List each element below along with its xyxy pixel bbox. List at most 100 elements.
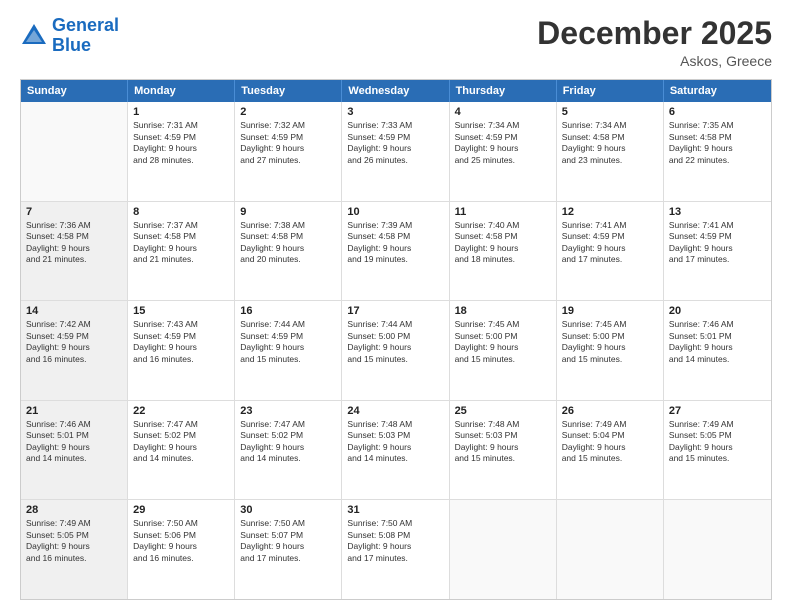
day-info: Sunrise: 7:44 AMSunset: 5:00 PMDaylight:… xyxy=(347,319,443,365)
cal-cell: 18Sunrise: 7:45 AMSunset: 5:00 PMDayligh… xyxy=(450,301,557,400)
day-info: Sunrise: 7:43 AMSunset: 4:59 PMDaylight:… xyxy=(133,319,229,365)
calendar: SundayMondayTuesdayWednesdayThursdayFrid… xyxy=(20,79,772,600)
cal-header-cell: Monday xyxy=(128,80,235,102)
cal-header-cell: Friday xyxy=(557,80,664,102)
day-info: Sunrise: 7:38 AMSunset: 4:58 PMDaylight:… xyxy=(240,220,336,266)
main-title: December 2025 xyxy=(537,16,772,51)
cal-header-cell: Sunday xyxy=(21,80,128,102)
cal-cell: 17 Sunrise: 7:44 AMSunset: 5:00 PMDayligh… xyxy=(342,301,449,400)
cal-cell: 11 Sunrise: 7:40 AMSunset: 4:58 PMDayligh… xyxy=(450,202,557,301)
day-info: Sunrise: 7:42 AMSunset: 4:59 PMDaylight:… xyxy=(26,319,122,365)
day-number: 31 xyxy=(347,504,443,516)
day-info: Sunrise: 7:48 AMSunset: 5:03 PMDaylight:… xyxy=(347,419,443,465)
day-number: 12 xyxy=(562,206,658,218)
day-number: 16 xyxy=(240,305,336,317)
day-number: 17 xyxy=(347,305,443,317)
day-number: 26 xyxy=(562,405,658,417)
day-number: 29 xyxy=(133,504,229,516)
cal-cell: 24Sunrise: 7:48 AMSunset: 5:03 PMDayligh… xyxy=(342,401,449,500)
calendar-header-row: SundayMondayTuesdayWednesdayThursdayFrid… xyxy=(21,80,771,102)
cal-cell: 30 Sunrise: 7:50 AMSunset: 5:07 PMDayligh… xyxy=(235,500,342,599)
cal-header-cell: Tuesday xyxy=(235,80,342,102)
cal-week-row: 21Sunrise: 7:46 AMSunset: 5:01 PMDayligh… xyxy=(21,401,771,501)
day-number: 13 xyxy=(669,206,766,218)
cal-cell: 25 Sunrise: 7:48 AMSunset: 5:03 PMDayligh… xyxy=(450,401,557,500)
cal-cell: 22Sunrise: 7:47 AMSunset: 5:02 PMDayligh… xyxy=(128,401,235,500)
cal-cell: 20 Sunrise: 7:46 AMSunset: 5:01 PMDayligh… xyxy=(664,301,771,400)
day-number: 21 xyxy=(26,405,122,417)
day-info: Sunrise: 7:37 AMSunset: 4:58 PMDaylight:… xyxy=(133,220,229,266)
day-info: Sunrise: 7:40 AMSunset: 4:58 PMDaylight:… xyxy=(455,220,551,266)
day-number: 11 xyxy=(455,206,551,218)
title-block: December 2025 Askos, Greece xyxy=(537,16,772,69)
day-info: Sunrise: 7:47 AMSunset: 5:02 PMDaylight:… xyxy=(240,419,336,465)
cal-cell: 14 Sunrise: 7:42 AMSunset: 4:59 PMDayligh… xyxy=(21,301,128,400)
cal-cell xyxy=(664,500,771,599)
day-number: 25 xyxy=(455,405,551,417)
cal-cell: 29Sunrise: 7:50 AMSunset: 5:06 PMDayligh… xyxy=(128,500,235,599)
day-info: Sunrise: 7:34 AMSunset: 4:59 PMDaylight:… xyxy=(455,120,551,166)
cal-cell: 27Sunrise: 7:49 AMSunset: 5:05 PMDayligh… xyxy=(664,401,771,500)
cal-cell: 12 Sunrise: 7:41 AMSunset: 4:59 PMDayligh… xyxy=(557,202,664,301)
logo-text: General Blue xyxy=(52,16,119,56)
day-number: 20 xyxy=(669,305,766,317)
day-info: Sunrise: 7:41 AMSunset: 4:59 PMDaylight:… xyxy=(562,220,658,266)
location-subtitle: Askos, Greece xyxy=(537,53,772,69)
day-info: Sunrise: 7:45 AMSunset: 5:00 PMDaylight:… xyxy=(562,319,658,365)
cal-week-row: 28Sunrise: 7:49 AMSunset: 5:05 PMDayligh… xyxy=(21,500,771,599)
day-number: 7 xyxy=(26,206,122,218)
day-info: Sunrise: 7:32 AMSunset: 4:59 PMDaylight:… xyxy=(240,120,336,166)
day-number: 4 xyxy=(455,106,551,118)
cal-week-row: 14 Sunrise: 7:42 AMSunset: 4:59 PMDayligh… xyxy=(21,301,771,401)
cal-cell: 5 Sunrise: 7:34 AMSunset: 4:58 PMDaylight… xyxy=(557,102,664,201)
cal-cell xyxy=(450,500,557,599)
cal-cell xyxy=(557,500,664,599)
cal-cell: 31Sunrise: 7:50 AMSunset: 5:08 PMDayligh… xyxy=(342,500,449,599)
day-number: 8 xyxy=(133,206,229,218)
day-number: 14 xyxy=(26,305,122,317)
day-info: Sunrise: 7:41 AMSunset: 4:59 PMDaylight:… xyxy=(669,220,766,266)
cal-cell: 6 Sunrise: 7:35 AMSunset: 4:58 PMDaylight… xyxy=(664,102,771,201)
cal-week-row: 1 Sunrise: 7:31 AMSunset: 4:59 PMDaylight… xyxy=(21,102,771,202)
cal-cell: 3 Sunrise: 7:33 AMSunset: 4:59 PMDaylight… xyxy=(342,102,449,201)
day-info: Sunrise: 7:50 AMSunset: 5:07 PMDaylight:… xyxy=(240,518,336,564)
day-info: Sunrise: 7:34 AMSunset: 4:58 PMDaylight:… xyxy=(562,120,658,166)
day-info: Sunrise: 7:33 AMSunset: 4:59 PMDaylight:… xyxy=(347,120,443,166)
day-info: Sunrise: 7:47 AMSunset: 5:02 PMDaylight:… xyxy=(133,419,229,465)
day-number: 5 xyxy=(562,106,658,118)
page: General Blue December 2025 Askos, Greece… xyxy=(0,0,792,612)
day-number: 9 xyxy=(240,206,336,218)
cal-cell: 8 Sunrise: 7:37 AMSunset: 4:58 PMDaylight… xyxy=(128,202,235,301)
day-info: Sunrise: 7:49 AMSunset: 5:04 PMDaylight:… xyxy=(562,419,658,465)
cal-cell xyxy=(21,102,128,201)
day-info: Sunrise: 7:39 AMSunset: 4:58 PMDaylight:… xyxy=(347,220,443,266)
day-info: Sunrise: 7:49 AMSunset: 5:05 PMDaylight:… xyxy=(26,518,122,564)
cal-cell: 21Sunrise: 7:46 AMSunset: 5:01 PMDayligh… xyxy=(21,401,128,500)
cal-cell: 19Sunrise: 7:45 AMSunset: 5:00 PMDayligh… xyxy=(557,301,664,400)
day-number: 18 xyxy=(455,305,551,317)
day-number: 23 xyxy=(240,405,336,417)
logo-icon xyxy=(20,22,48,50)
cal-cell: 23 Sunrise: 7:47 AMSunset: 5:02 PMDayligh… xyxy=(235,401,342,500)
cal-cell: 10Sunrise: 7:39 AMSunset: 4:58 PMDayligh… xyxy=(342,202,449,301)
header: General Blue December 2025 Askos, Greece xyxy=(20,16,772,69)
cal-header-cell: Thursday xyxy=(450,80,557,102)
cal-cell: 28Sunrise: 7:49 AMSunset: 5:05 PMDayligh… xyxy=(21,500,128,599)
day-info: Sunrise: 7:48 AMSunset: 5:03 PMDaylight:… xyxy=(455,419,551,465)
cal-week-row: 7Sunrise: 7:36 AMSunset: 4:58 PMDaylight… xyxy=(21,202,771,302)
day-number: 2 xyxy=(240,106,336,118)
day-info: Sunrise: 7:44 AMSunset: 4:59 PMDaylight:… xyxy=(240,319,336,365)
day-info: Sunrise: 7:46 AMSunset: 5:01 PMDaylight:… xyxy=(669,319,766,365)
cal-header-cell: Wednesday xyxy=(342,80,449,102)
cal-cell: 15Sunrise: 7:43 AMSunset: 4:59 PMDayligh… xyxy=(128,301,235,400)
day-number: 30 xyxy=(240,504,336,516)
day-info: Sunrise: 7:35 AMSunset: 4:58 PMDaylight:… xyxy=(669,120,766,166)
day-info: Sunrise: 7:31 AMSunset: 4:59 PMDaylight:… xyxy=(133,120,229,166)
day-number: 6 xyxy=(669,106,766,118)
cal-header-cell: Saturday xyxy=(664,80,771,102)
cal-cell: 4 Sunrise: 7:34 AMSunset: 4:59 PMDaylight… xyxy=(450,102,557,201)
logo: General Blue xyxy=(20,16,119,56)
cal-cell: 13 Sunrise: 7:41 AMSunset: 4:59 PMDayligh… xyxy=(664,202,771,301)
day-number: 1 xyxy=(133,106,229,118)
day-number: 3 xyxy=(347,106,443,118)
